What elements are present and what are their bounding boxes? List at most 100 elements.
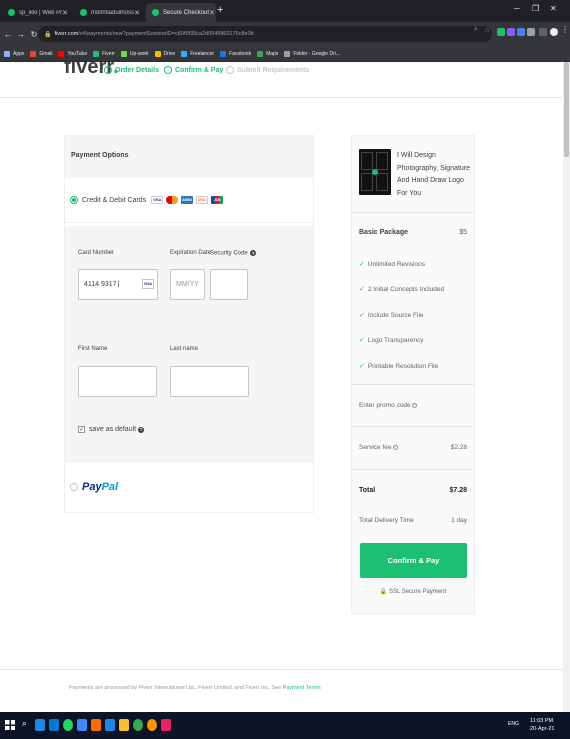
extension-icon[interactable] (527, 28, 535, 36)
visa-icon: VISA (151, 196, 164, 204)
help-icon[interactable]: ? (250, 250, 257, 256)
paypal-radio[interactable] (70, 483, 78, 491)
browser-tab-bar: sp_ikki | Web Programming & J ✕ mdimtiad… (0, 0, 570, 22)
new-tab-icon[interactable]: + (217, 4, 223, 16)
whatsapp-icon[interactable] (63, 719, 73, 731)
more-menu-icon[interactable]: ⋮ (561, 25, 569, 34)
bookmark-maps[interactable]: Maps (257, 50, 278, 57)
total-label: Total (359, 487, 376, 494)
language-indicator[interactable]: ENG (508, 721, 519, 727)
divider (352, 212, 474, 213)
url-bar[interactable]: 🔒 fiverr.com/v4/payments/new?paymentSess… (38, 26, 492, 42)
lock-icon: 🔒 (379, 589, 388, 595)
clock-date[interactable]: 20-Apr-21 (530, 726, 554, 732)
total-row: Total $7.28 (359, 487, 467, 494)
feature-item: ✓ 2 Initial Concepts Included (359, 285, 444, 293)
facebook-icon (220, 50, 227, 57)
windows-start-icon[interactable] (5, 720, 15, 730)
search-icon[interactable]: ⌕ (474, 26, 482, 34)
last-name-input[interactable] (170, 366, 249, 397)
page-footer: Payments are processed by Fiverr Interna… (0, 669, 570, 712)
payment-terms-link[interactable]: Payment Terms (283, 685, 321, 691)
divider (352, 469, 474, 470)
check-icon: ✓ (359, 286, 365, 293)
help-icon[interactable]: ? (138, 426, 145, 433)
bookmark-upwork[interactable]: Up-work (120, 50, 149, 57)
taskbar-app-icon[interactable] (49, 719, 59, 731)
step-order-details: Order Details (104, 66, 159, 74)
footer-text: Payments are processed by Fiverr Interna… (69, 685, 321, 691)
taskbar-app-icon[interactable] (77, 719, 87, 731)
feature-label: Printable Resolution File (367, 363, 439, 370)
star-icon[interactable]: ☆ (484, 26, 492, 34)
checkout-page: fiverr. Order Details Confirm & Pay Subm… (0, 62, 570, 712)
url-text: fiverr.com/v4/payments/new?paymentSessio… (54, 31, 254, 37)
youtube-icon (58, 50, 65, 57)
security-code-input[interactable] (210, 269, 248, 300)
extension-icon[interactable] (517, 28, 525, 36)
maps-icon (257, 50, 264, 57)
browser-tab-1[interactable]: sp_ikki | Web Programming & J ✕ (2, 3, 74, 22)
tab-favicon (8, 9, 15, 16)
bookmark-facebook[interactable]: Facebook (220, 50, 251, 57)
browser-tab-3[interactable]: Secure Checkout ✕ (146, 3, 216, 22)
confirm-pay-button[interactable]: Confirm & Pay (360, 543, 467, 578)
puzzle-icon[interactable] (539, 28, 547, 36)
feature-item: ✓ Printable Resolution File (359, 362, 438, 370)
taskbar-app-icon[interactable] (35, 719, 45, 731)
close-window-icon[interactable]: ✕ (550, 4, 557, 13)
info-icon[interactable]: i (411, 402, 417, 408)
paypal-option[interactable]: PayPal (65, 461, 313, 512)
bookmark-apps[interactable]: Apps (4, 50, 24, 57)
forward-icon[interactable]: → (16, 30, 26, 39)
taskbar-app-icon[interactable] (91, 719, 101, 731)
extension-icon[interactable] (507, 28, 515, 36)
back-icon[interactable]: ← (3, 30, 13, 39)
chrome-icon[interactable] (133, 719, 143, 731)
taskbar-app-icon[interactable] (161, 719, 171, 731)
delivery-label: Total Delivery Time (359, 517, 414, 524)
info-icon[interactable]: i (392, 444, 398, 450)
feature-label: Unlimited Revisions (367, 261, 425, 268)
check-icon: ✓ (359, 363, 365, 370)
total-value: $7.28 (449, 487, 467, 494)
clock-time[interactable]: 11:03 PM (530, 718, 553, 724)
bookmark-label: Gmail (39, 50, 53, 57)
bookmark-fiverr[interactable]: Fiverr (93, 50, 115, 57)
expiration-input[interactable]: MM/YY (170, 269, 205, 300)
package-row: Basic Package $5 (359, 229, 467, 236)
minimize-icon[interactable]: ─ (514, 4, 520, 13)
credit-card-radio[interactable] (70, 196, 78, 204)
close-tab-icon[interactable]: ✕ (209, 9, 215, 17)
scrollbar-thumb[interactable] (564, 62, 569, 157)
expiration-label: Expiration Date (170, 250, 212, 256)
delivery-value: 1 day (451, 517, 467, 524)
extension-icon[interactable] (497, 28, 505, 36)
close-tab-icon[interactable]: ✕ (134, 9, 140, 17)
folder-icon[interactable] (119, 719, 129, 731)
search-icon[interactable]: ⌕ (22, 718, 27, 729)
service-fee-row: Service fee i $2.28 (359, 444, 467, 451)
profile-avatar[interactable] (550, 28, 558, 36)
payment-options-panel: Payment Options Credit & Debit Cards VIS… (64, 135, 314, 513)
close-tab-icon[interactable]: ✕ (62, 9, 68, 17)
site-header: fiverr. Order Details Confirm & Pay Subm… (0, 62, 570, 98)
browser-tab-2[interactable]: mdimtiaduilhossai | Logo Design ✕ (74, 3, 146, 22)
taskbar-app-icon[interactable] (105, 719, 115, 731)
maximize-icon[interactable]: ❐ (532, 4, 539, 13)
bookmark-drive[interactable]: Drive (154, 50, 175, 57)
promo-code-link[interactable]: Enter promo code i (359, 402, 467, 409)
feature-item: ✓ Logo Transparency (359, 336, 424, 344)
firefox-icon[interactable] (147, 719, 157, 731)
save-default-checkbox[interactable]: ✓ save as default ? (78, 426, 145, 433)
first-name-input[interactable] (78, 366, 157, 397)
credit-card-option[interactable]: Credit & Debit Cards VISA MC AMEX DISC J… (65, 178, 313, 223)
page-scrollbar[interactable] (563, 62, 570, 712)
bookmark-folder[interactable]: Folder - Google Dri... (284, 50, 340, 57)
card-number-input[interactable]: 4114 9317 | VISA (78, 269, 158, 300)
checkmark-icon[interactable]: ✓ (78, 426, 85, 433)
bookmark-freelancer[interactable]: Freelancer (181, 50, 214, 57)
bookmark-gmail[interactable]: Gmail (30, 50, 53, 57)
bookmark-youtube[interactable]: YouTube (58, 50, 87, 57)
divider (352, 384, 474, 385)
